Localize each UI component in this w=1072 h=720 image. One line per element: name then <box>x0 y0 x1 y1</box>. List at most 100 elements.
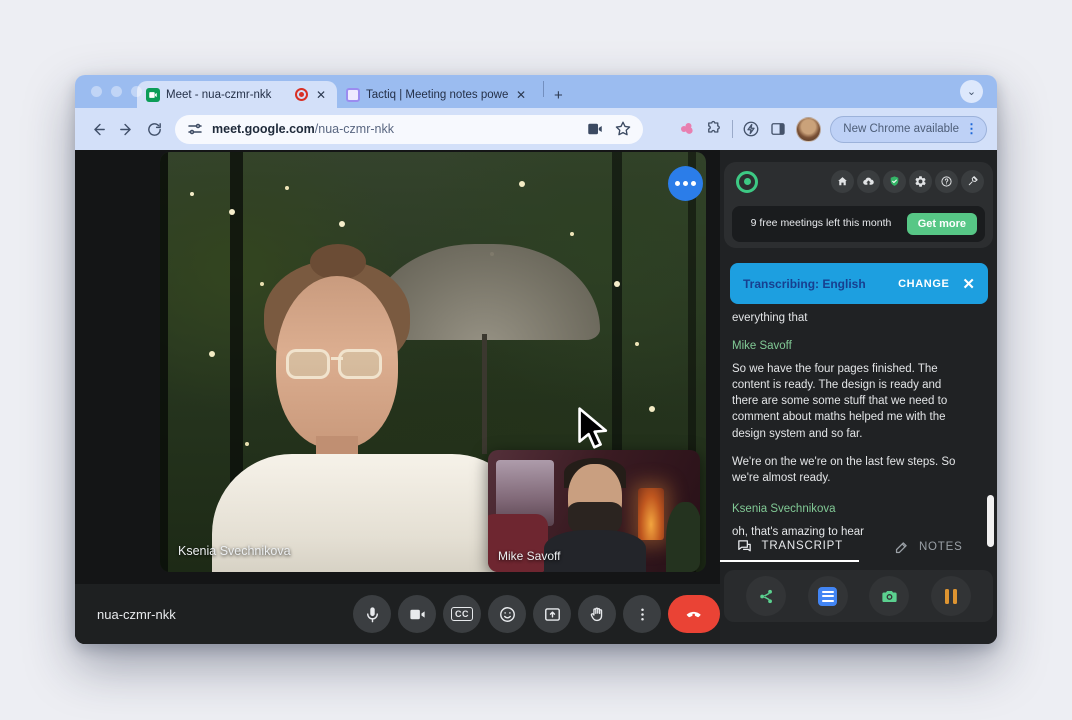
shield-check-icon[interactable] <box>883 170 906 193</box>
tactiq-action-bar <box>724 570 993 622</box>
close-tab-icon[interactable]: ✕ <box>514 88 528 102</box>
transcript-block: Mike Savoff So we have the four pages fi… <box>732 338 970 442</box>
pip-scene-chair <box>488 514 548 572</box>
transcript-text: We're on the we're on the last few steps… <box>732 455 956 484</box>
tactiq-favicon <box>346 87 360 102</box>
browser-window: Meet - nua-czmr-nkk ✕ Tactiq | Meeting n… <box>75 75 997 644</box>
bookmark-star-icon[interactable] <box>614 120 632 138</box>
present-button[interactable] <box>533 595 571 633</box>
profile-avatar[interactable] <box>796 116 822 142</box>
pip-video-tile[interactable]: Mike Savoff <box>488 450 700 572</box>
pause-icon <box>944 588 958 604</box>
scene-window-frame <box>160 152 168 572</box>
browser-toolbar: meet.google.com/nua-czmr-nkk New Chrome … <box>75 108 997 150</box>
new-chrome-available-button[interactable]: New Chrome available ⋮ <box>830 115 987 143</box>
site-info-icon[interactable] <box>186 120 204 138</box>
transcript-speaker: Ksenia Svechnikova <box>732 502 836 515</box>
get-more-button[interactable]: Get more <box>906 213 977 235</box>
gear-icon[interactable] <box>909 170 932 193</box>
captions-button[interactable]: CC <box>443 595 481 633</box>
chat-typing-badge[interactable] <box>668 166 703 201</box>
pause-recording-button[interactable] <box>930 576 971 616</box>
free-meetings-text: 9 free meetings left this month <box>750 217 892 230</box>
close-tab-icon[interactable]: ✕ <box>314 88 328 102</box>
raise-hand-button[interactable] <box>578 595 616 633</box>
close-window-button[interactable] <box>91 86 102 97</box>
tab-camera-icon[interactable] <box>586 120 604 138</box>
screenshot-icon <box>882 590 897 602</box>
transcript-text: So we have the four pages finished. The … <box>732 363 948 440</box>
zoom-window-button[interactable] <box>131 86 142 97</box>
close-banner-icon[interactable]: ✕ <box>962 275 975 293</box>
pip-name-label: Mike Savoff <box>498 549 561 563</box>
free-meetings-banner: 9 free meetings left this month Get more <box>732 206 985 242</box>
recording-indicator-icon <box>295 88 308 101</box>
meeting-code-label: nua-czmr-nkk <box>97 606 176 622</box>
transcript-area[interactable]: everything that Mike Savoff So we have t… <box>732 310 970 552</box>
cloud-upload-icon[interactable] <box>857 170 880 193</box>
tactiq-sidebar: 9 free meetings left this month Get more… <box>720 150 997 644</box>
tab-title: Meet - nua-czmr-nkk <box>166 88 272 101</box>
help-icon[interactable] <box>935 170 958 193</box>
extensions-puzzle-icon[interactable] <box>705 120 723 138</box>
address-bar[interactable]: meet.google.com/nua-czmr-nkk <box>175 114 643 144</box>
transcript-block: everything that <box>732 310 970 326</box>
docs-icon <box>818 586 838 606</box>
participant-name-label: Ksenia Svechnikova <box>178 544 291 558</box>
transcript-speaker: Mike Savoff <box>732 340 792 353</box>
meet-favicon <box>146 87 160 102</box>
participant-glasses <box>286 348 388 380</box>
tactiq-extension-icon[interactable] <box>742 120 760 138</box>
transcript-block: We're on the we're on the last few steps… <box>732 454 970 486</box>
home-icon[interactable] <box>831 170 854 193</box>
toolbar-separator <box>732 120 734 138</box>
chrome-menu-icon[interactable]: ⋮ <box>965 121 978 137</box>
window-controls[interactable] <box>91 86 142 97</box>
main-video-tile[interactable]: Ksenia Svechnikova Mike Savoff <box>160 152 706 572</box>
tab-title: Tactiq | Meeting notes power <box>366 88 508 101</box>
captions-icon: CC <box>451 607 473 621</box>
tab-separator <box>543 81 544 97</box>
sidebar-tab-bar: TRANSCRIPT NOTES <box>720 532 997 562</box>
camera-button[interactable] <box>398 595 436 633</box>
tab-meet[interactable]: Meet - nua-czmr-nkk ✕ <box>137 81 337 108</box>
share-button[interactable] <box>746 576 786 616</box>
forward-icon[interactable] <box>113 116 139 142</box>
pip-scene-fireplace <box>638 488 664 540</box>
tab-label: NOTES <box>918 541 963 553</box>
mic-button[interactable] <box>353 595 391 633</box>
pin-icon[interactable] <box>961 170 984 193</box>
tab-strip: Meet - nua-czmr-nkk ✕ Tactiq | Meeting n… <box>75 75 997 108</box>
string-lights <box>190 192 194 196</box>
pip-scene-plant <box>666 502 700 572</box>
chat-bubbles-icon <box>737 539 751 551</box>
pencil-icon <box>895 541 907 553</box>
transcribing-banner: Transcribing: English CHANGE ✕ <box>730 263 988 304</box>
tab-search-chevron-icon[interactable]: ⌄ <box>960 80 983 103</box>
reload-icon[interactable] <box>141 116 167 142</box>
more-options-button[interactable] <box>623 595 661 633</box>
new-tab-button[interactable]: + <box>550 87 567 104</box>
umbrella-pole <box>482 334 487 454</box>
end-call-button[interactable] <box>668 595 720 633</box>
change-language-button[interactable]: CHANGE <box>898 278 949 290</box>
sidebar-scrollbar[interactable] <box>987 495 994 547</box>
tactiq-logo-icon <box>736 170 758 193</box>
tab-transcript[interactable]: TRANSCRIPT <box>720 532 859 562</box>
back-icon[interactable] <box>85 116 111 142</box>
share-icon <box>759 589 772 603</box>
meet-stage: Ksenia Svechnikova Mike Savoff nua-czmr-… <box>75 150 720 644</box>
new-chrome-label: New Chrome available <box>843 123 959 135</box>
tab-tactiq[interactable]: Tactiq | Meeting notes power ✕ <box>337 81 537 108</box>
transcribing-label: Transcribing: English <box>743 276 866 291</box>
screenshot-button[interactable] <box>869 576 910 616</box>
participant-hair-bun <box>310 244 366 280</box>
tab-notes[interactable]: NOTES <box>859 532 998 562</box>
reactions-button[interactable] <box>488 595 526 633</box>
pink-extension-icon[interactable] <box>678 120 696 138</box>
tab-label: TRANSCRIPT <box>761 540 843 552</box>
minimize-window-button[interactable] <box>111 86 122 97</box>
open-docs-button[interactable] <box>807 576 848 616</box>
side-panel-icon[interactable] <box>769 120 787 138</box>
url-text: meet.google.com/nua-czmr-nkk <box>212 122 394 136</box>
